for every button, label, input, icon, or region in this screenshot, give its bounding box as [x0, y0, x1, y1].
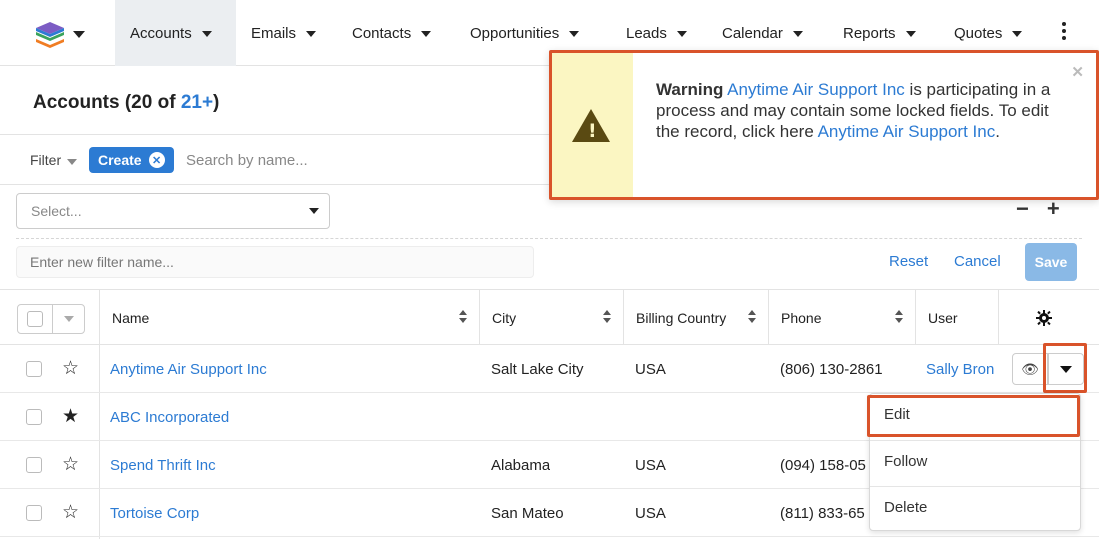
country-cell: USA [635, 360, 666, 378]
sort-icon [895, 310, 903, 324]
caret-down-icon [421, 31, 432, 37]
nav-tab-accounts[interactable]: Accounts [115, 0, 236, 66]
nav-label: Calendar [722, 24, 783, 42]
sort-icon [748, 310, 756, 324]
column-label: Billing Country [636, 309, 727, 326]
nav-tab-contacts[interactable]: Contacts [352, 0, 432, 66]
city-cell: San Mateo [491, 504, 564, 522]
table-row: ☆ Anytime Air Support Inc Salt Lake City… [0, 345, 1099, 393]
table-header: Name City Billing Country Phone User [0, 289, 1099, 345]
pill-label: Create [98, 152, 142, 168]
select-all-checkbox[interactable] [27, 311, 43, 327]
filter-field-select[interactable]: Select... [16, 193, 330, 229]
nav-label: Opportunities [470, 24, 560, 42]
row-checkbox[interactable] [26, 361, 42, 377]
phone-cell: (806) 130-2861 [780, 360, 883, 378]
country-cell: USA [635, 504, 666, 522]
star-icon[interactable]: ☆ [62, 357, 79, 380]
warning-label: Warning [656, 80, 724, 99]
nav-label: Emails [251, 24, 297, 42]
create-filter-pill[interactable]: Create ✕ [89, 147, 174, 173]
title-prefix: Accounts (20 of [33, 92, 181, 113]
save-button[interactable]: Save [1025, 243, 1077, 281]
account-name-link[interactable]: Anytime Air Support Inc [110, 345, 267, 393]
filter-dropdown[interactable]: Filter [30, 152, 78, 168]
caret-down-icon [67, 159, 78, 165]
close-icon[interactable]: ✕ [1071, 63, 1084, 81]
phone-cell: (094) 158-05 [780, 456, 866, 474]
edit-record-link[interactable]: Anytime Air Support Inc [818, 122, 996, 141]
column-header-phone[interactable]: Phone [768, 290, 915, 345]
warning-exclamation: ! [588, 120, 597, 142]
highlight-annotation [1043, 343, 1087, 393]
caret-down-icon [306, 31, 317, 37]
column-header-city[interactable]: City [479, 290, 623, 345]
sort-icon [459, 310, 467, 324]
column-label: Phone [781, 309, 822, 326]
star-icon[interactable]: ☆ [62, 501, 79, 524]
nav-label: Leads [626, 24, 667, 42]
dashed-divider [16, 238, 1082, 239]
city-cell: Salt Lake City [491, 360, 584, 378]
logo-icon [36, 22, 85, 48]
eye-icon: 👁 [1021, 360, 1039, 377]
reset-button[interactable]: Reset [889, 253, 928, 270]
caret-down-icon [201, 31, 212, 37]
caret-down-icon [569, 31, 580, 37]
city-cell: Alabama [491, 456, 551, 474]
column-label: City [492, 309, 517, 326]
sort-icon [603, 310, 611, 324]
nav-label: Contacts [352, 24, 412, 42]
record-count-link[interactable]: 21+ [181, 92, 213, 113]
page-title: Accounts (20 of 21+) [33, 92, 219, 114]
column-header-name[interactable]: Name [99, 290, 479, 345]
row-checkbox[interactable] [26, 505, 42, 521]
record-link[interactable]: Anytime Air Support Inc [727, 80, 905, 99]
nav-tab-emails[interactable]: Emails [251, 0, 317, 66]
account-name-link[interactable]: ABC Incorporated [110, 393, 229, 441]
country-cell: USA [635, 456, 666, 474]
nav-label: Quotes [954, 24, 1003, 42]
caret-down-icon [1012, 31, 1023, 37]
column-header-billing-country[interactable]: Billing Country [623, 290, 768, 345]
row-checkbox[interactable] [26, 409, 42, 425]
nav-label: Accounts [130, 24, 192, 42]
cancel-button[interactable]: Cancel [954, 253, 1001, 270]
nav-label: Reports [843, 24, 896, 42]
highlight-annotation [867, 395, 1080, 437]
select-placeholder: Select... [31, 203, 82, 219]
row-checkbox[interactable] [26, 457, 42, 473]
column-label: Name [112, 309, 150, 326]
star-icon[interactable]: ★ [62, 405, 79, 428]
account-name-link[interactable]: Tortoise Corp [110, 489, 199, 537]
menu-item-follow[interactable]: Follow [870, 440, 1080, 486]
filter-label: Filter [30, 152, 62, 168]
warning-end: . [995, 122, 1000, 141]
caret-down-icon [905, 31, 916, 37]
select-all-control[interactable] [17, 304, 85, 334]
column-label: User [928, 309, 958, 326]
warning-message: Warning Anytime Air Support Inc is parti… [656, 79, 1056, 142]
title-suffix: ) [213, 92, 220, 113]
filter-name-field[interactable] [16, 246, 534, 278]
menu-item-delete[interactable]: Delete [870, 486, 1080, 532]
kebab-icon[interactable] [1061, 22, 1067, 44]
app-logo-menu[interactable] [36, 20, 92, 48]
close-icon[interactable]: ✕ [148, 152, 165, 168]
caret-down-icon [676, 31, 687, 37]
warning-icon-area: ! [552, 53, 633, 197]
phone-cell: (811) 833-65 [780, 504, 865, 522]
account-name-link[interactable]: Spend Thrift Inc [110, 441, 216, 489]
caret-down-icon [792, 31, 803, 37]
caret-down-icon [309, 208, 319, 214]
column-header-user[interactable]: User [915, 290, 998, 345]
search-input[interactable] [186, 145, 546, 175]
warning-alert: ! Warning Anytime Air Support Inc is par… [549, 50, 1099, 200]
star-icon[interactable]: ☆ [62, 453, 79, 476]
gear-icon[interactable] [1036, 310, 1052, 331]
user-link[interactable]: Sally Bron [926, 345, 998, 393]
filter-bar: Filter Create ✕ [16, 139, 552, 183]
caret-down-icon[interactable] [64, 316, 74, 322]
